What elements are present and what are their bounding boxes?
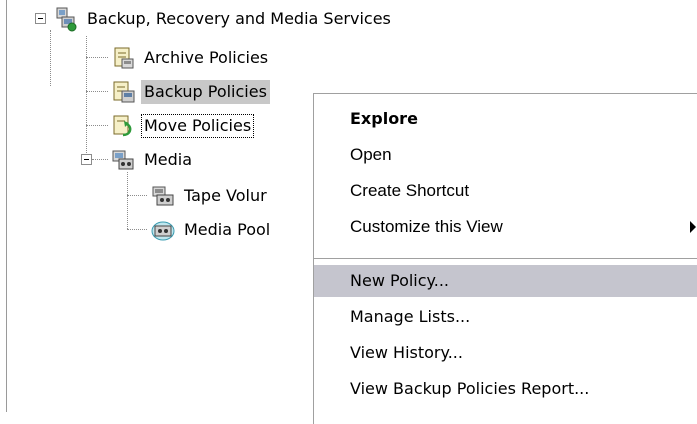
- menu-item-view-history[interactable]: View History...: [314, 337, 697, 369]
- tree-connector: [86, 91, 108, 92]
- backup-policy-icon: [110, 79, 136, 105]
- tree-item-label: Media: [144, 150, 193, 169]
- tree-pane-border: [6, 0, 7, 412]
- tree-item-label: Move Policies: [141, 114, 255, 138]
- menu-item-manage-lists[interactable]: Manage Lists...: [314, 301, 697, 333]
- tree-item-label: Archive Policies: [144, 48, 269, 67]
- tree-item-label: Media Pool: [184, 220, 271, 239]
- tree-item-label: Backup Policies: [141, 80, 270, 104]
- media-icon: [110, 147, 136, 173]
- menu-item-explore[interactable]: Explore: [314, 103, 697, 135]
- context-menu: Explore Open Create Shortcut Customize t…: [313, 93, 697, 424]
- menu-item-open[interactable]: Open: [314, 139, 697, 171]
- tree-connector: [86, 125, 108, 126]
- tree-item-archive-policies[interactable]: Archive Policies: [110, 44, 271, 72]
- tree-connector: [86, 57, 108, 58]
- tree-item-move-policies[interactable]: Move Policies: [110, 112, 255, 140]
- tree-connector: [92, 159, 108, 160]
- tree-item-backup-policies[interactable]: Backup Policies: [110, 78, 270, 106]
- tree-item-label: Tape Volur: [184, 186, 267, 205]
- tree-connector: [86, 36, 87, 159]
- tree-item-root[interactable]: Backup, Recovery and Media Services: [53, 5, 394, 33]
- media-pool-icon: [150, 217, 176, 243]
- root-collapse-toggle[interactable]: [35, 13, 46, 24]
- archive-policy-icon: [110, 45, 136, 71]
- move-policy-icon: [110, 113, 136, 139]
- menu-item-new-policy[interactable]: New Policy...: [314, 265, 697, 297]
- tree-item-media-pool[interactable]: Media Pool: [150, 216, 273, 244]
- tree-connector: [127, 172, 128, 229]
- media-collapse-toggle[interactable]: [81, 154, 92, 165]
- menu-item-view-report[interactable]: View Backup Policies Report...: [314, 373, 697, 405]
- tree-item-tape-volumes[interactable]: Tape Volur: [150, 182, 270, 210]
- menu-item-customize-view[interactable]: Customize this View: [314, 211, 697, 243]
- tree-item-media[interactable]: Media: [110, 146, 195, 174]
- tree-connector: [50, 30, 51, 86]
- menu-item-label: Customize this View: [350, 217, 503, 236]
- submenu-arrow-icon: [690, 221, 696, 233]
- tape-volume-icon: [150, 183, 176, 209]
- menu-separator: [314, 258, 697, 260]
- backup-recovery-services-icon: [53, 6, 79, 32]
- menu-item-create-shortcut[interactable]: Create Shortcut: [314, 175, 697, 207]
- tree-connector: [127, 229, 147, 230]
- tree-connector: [127, 195, 147, 196]
- tree-item-label: Backup, Recovery and Media Services: [87, 9, 391, 28]
